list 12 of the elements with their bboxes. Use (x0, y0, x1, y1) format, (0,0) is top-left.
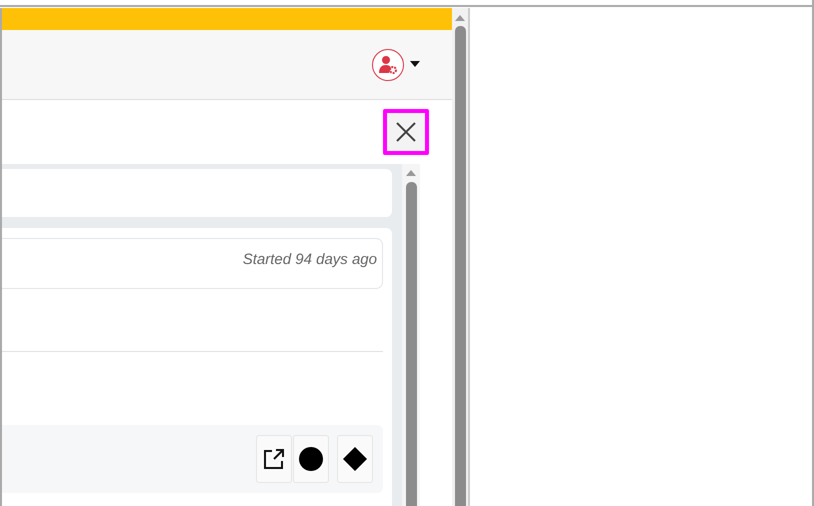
external-link-icon[interactable] (256, 435, 292, 483)
caret-icon[interactable] (410, 60, 420, 66)
close-button[interactable] (383, 109, 429, 155)
user-settings-icon[interactable] (372, 48, 404, 80)
started-text: Started 94 days ago (242, 251, 377, 270)
scrollbar[interactable] (402, 164, 420, 506)
scroll-up-arrow-icon[interactable] (455, 15, 465, 21)
scroll-up-arrow-icon[interactable] (406, 170, 416, 176)
scrollbar-thumb[interactable] (454, 26, 466, 506)
scrollbar[interactable] (452, 8, 468, 506)
scrollbar-thumb[interactable] (406, 182, 416, 506)
close-icon[interactable] (395, 121, 417, 143)
